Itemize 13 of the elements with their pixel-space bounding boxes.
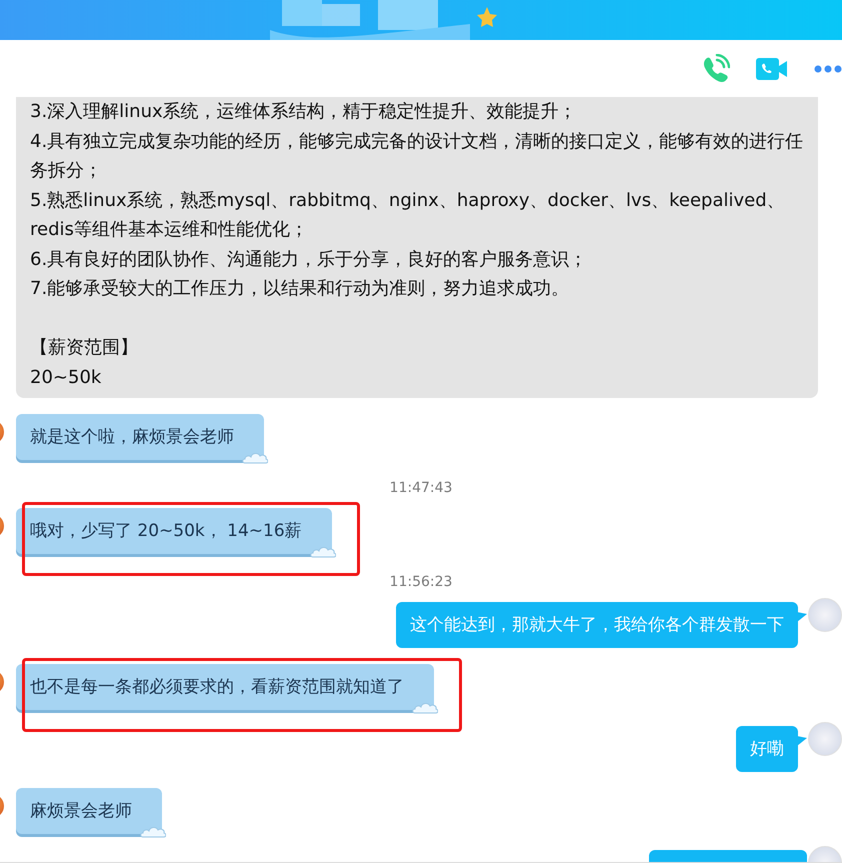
message-bubble: 好嘞 (736, 726, 798, 772)
description-line: 20~50k (30, 366, 102, 390)
description-line: 3.深入理解linux系统，运维体系结构，精于稳定性提升、效能提升； (30, 100, 578, 124)
description-line: 【薪资范围】 (30, 336, 139, 360)
description-line: 务拆分； (30, 159, 103, 183)
description-line: redis等组件基本运维和性能优化； (30, 218, 309, 242)
timestamp: 11:56:23 (390, 574, 452, 590)
description-line: 7.能够承受较大的工作压力，以结果和行动为准则，努力追求成功。 (30, 277, 570, 301)
description-line: 4.具有独立完成复杂功能的经历，能够完成完备的设计文档，清晰的接口定义，能够有效的进行任 (30, 130, 804, 154)
description-line: 6.具有良好的团队协作、沟通能力，乐于分享，良好的客户服务意识； (30, 248, 588, 272)
timestamp: 11:47:43 (390, 480, 452, 496)
description-line: 5.熟悉linux系统，熟悉mysql、rabbitmq、nginx、haproxy、docker、lvs、keepalived、 (30, 188, 786, 212)
message-bubble: 这个能达到，那就大牛了，我给你各个群发散一下 (396, 602, 798, 648)
